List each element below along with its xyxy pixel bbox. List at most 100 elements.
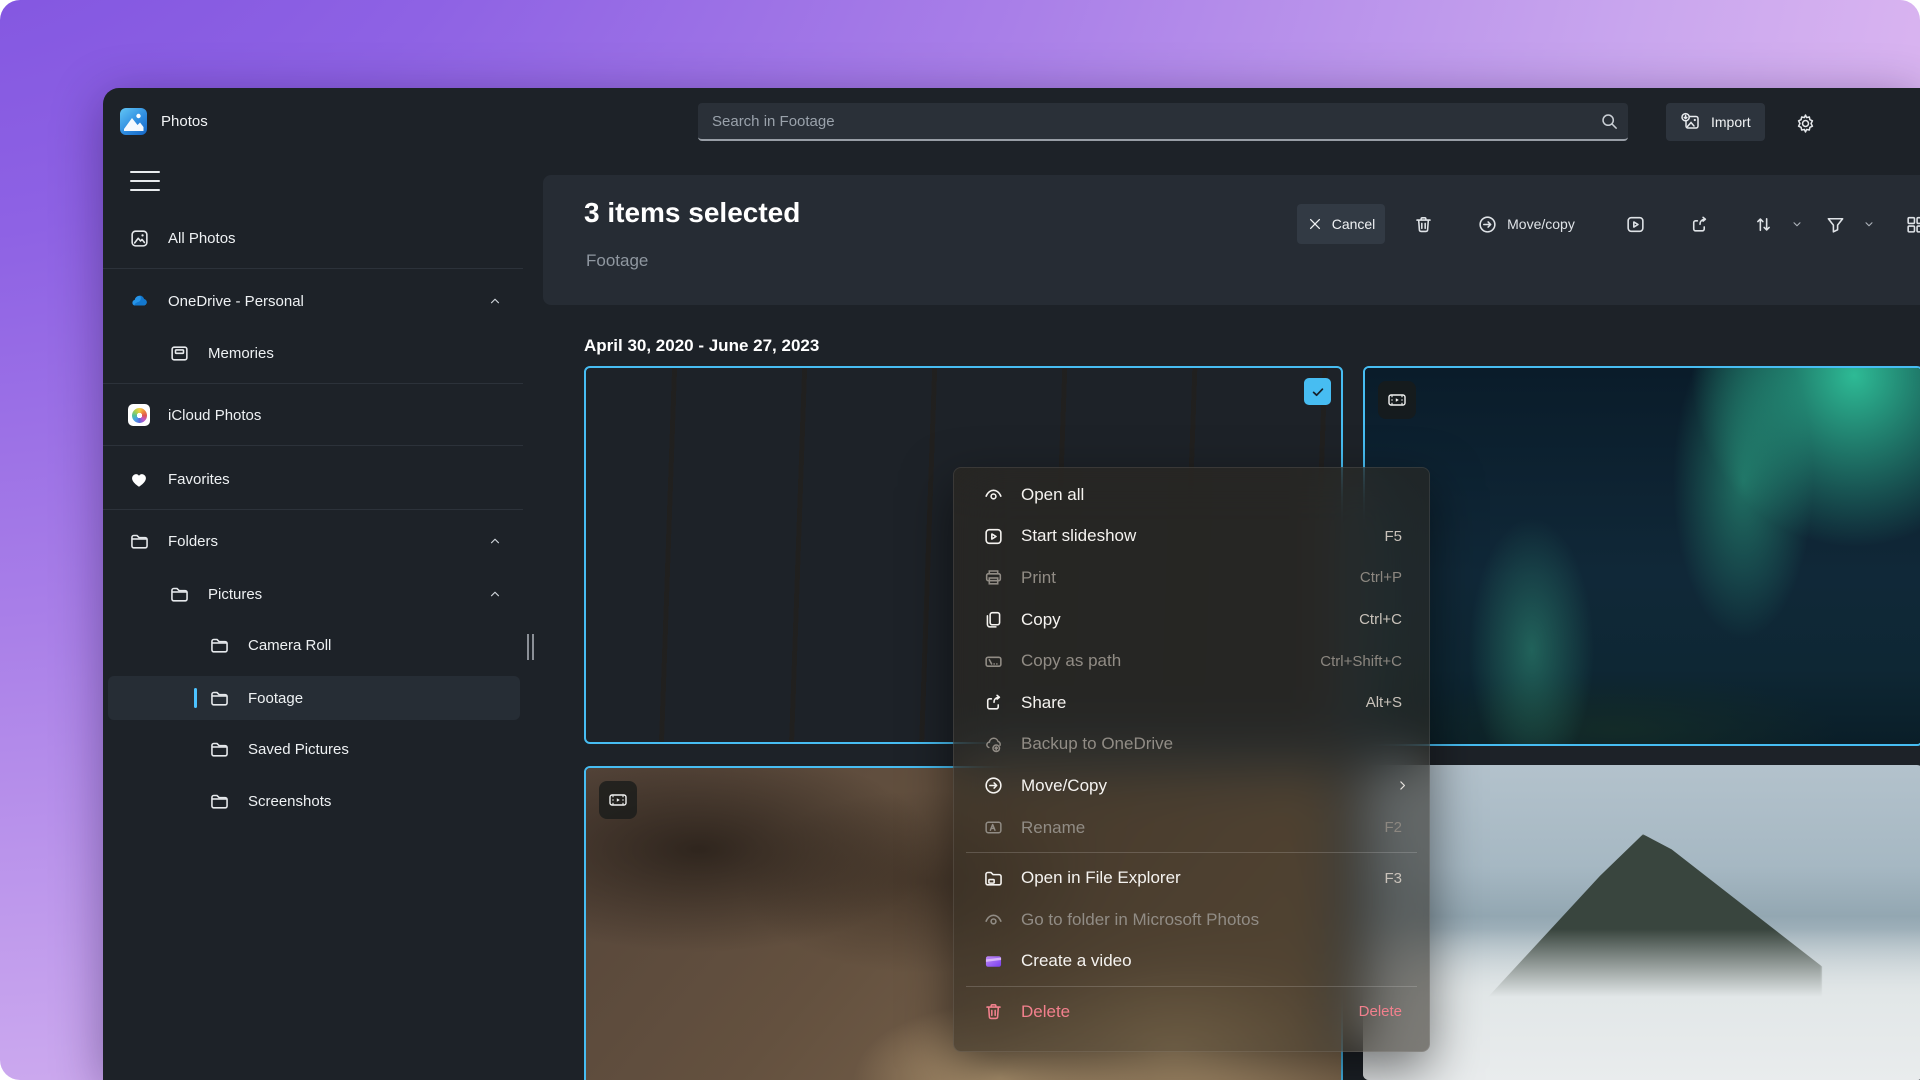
move-copy-icon (983, 775, 1004, 796)
photos-app-logo-icon (120, 108, 147, 135)
filter-group (1815, 204, 1879, 244)
sidebar-item-label: Footage (248, 689, 304, 707)
folder-icon (168, 583, 190, 605)
menu-item-rename: Rename F2 (954, 807, 1429, 849)
selection-toolbar: Cancel Move/copy (1297, 204, 1920, 244)
desktop-background: { "app": { "title": "Photos" }, "topbar"… (0, 0, 1920, 1080)
sidebar-item-label: Memories (208, 344, 274, 362)
menu-item-share[interactable]: Share Alt+S (954, 682, 1429, 724)
sidebar-item-label: Folders (168, 532, 219, 550)
menu-item-backup-to-onedrive: Backup to OneDrive (954, 724, 1429, 766)
sidebar-item-folders[interactable]: Folders (108, 519, 520, 563)
sort-group (1743, 204, 1807, 244)
folder-icon (208, 790, 230, 812)
sidebar-item-label: Pictures (208, 585, 263, 603)
folder-icon (128, 530, 150, 552)
layout-view-button[interactable] (1895, 204, 1920, 244)
menu-item-delete[interactable]: Delete Delete (954, 991, 1429, 1033)
move-copy-button[interactable]: Move/copy (1461, 204, 1591, 244)
chevron-up-icon[interactable] (488, 587, 502, 601)
sidebar-item-all-photos[interactable]: All Photos (108, 216, 520, 260)
import-label: Import (1711, 114, 1751, 130)
photo-aurora-video[interactable] (1363, 366, 1920, 746)
sidebar-divider (103, 383, 523, 384)
folder-icon (983, 868, 1004, 889)
sidebar-item-favorites[interactable]: Favorites (108, 457, 520, 501)
settings-gear-icon[interactable] (1787, 105, 1823, 141)
menu-item-copy[interactable]: Copy Ctrl+C (954, 599, 1429, 641)
chevron-down-icon[interactable] (1863, 218, 1875, 230)
sidebar-item-label: OneDrive - Personal (168, 292, 304, 310)
slideshow-icon (983, 526, 1004, 547)
menu-item-create-a-video[interactable]: Create a video (954, 941, 1429, 983)
folder-icon (208, 687, 230, 709)
share-button[interactable] (1679, 204, 1719, 244)
search-icon[interactable] (1590, 112, 1628, 131)
selected-check-badge[interactable] (1304, 378, 1331, 405)
close-icon (1307, 216, 1323, 232)
chevron-up-icon[interactable] (488, 294, 502, 308)
photo-mountain-fog[interactable] (1363, 765, 1920, 1080)
slideshow-button[interactable] (1615, 204, 1655, 244)
sidebar-divider (103, 445, 523, 446)
video-filmstrip-icon (599, 781, 637, 819)
search-input[interactable] (698, 112, 1590, 130)
selection-header: 3 items selected Footage Cancel Move/cop… (543, 175, 1920, 305)
sidebar-item-label: All Photos (168, 229, 236, 247)
icloud-photos-icon (128, 404, 150, 426)
folder-icon (208, 738, 230, 760)
sidebar-item-label: Camera Roll (248, 636, 332, 654)
sidebar-divider (103, 509, 523, 510)
delete-button[interactable] (1403, 204, 1443, 244)
menu-item-open-all[interactable]: Open all (954, 474, 1429, 516)
sidebar-item-pictures[interactable]: Pictures (108, 572, 520, 616)
sidebar-item-label: Favorites (168, 470, 230, 488)
sidebar-item-label: iCloud Photos (168, 406, 262, 424)
cancel-button[interactable]: Cancel (1297, 204, 1385, 244)
copy-icon (983, 609, 1004, 630)
sidebar-item-onedrive[interactable]: OneDrive - Personal (108, 279, 520, 323)
menu-item-go-to-folder: Go to folder in Microsoft Photos (954, 899, 1429, 941)
sidebar-divider (103, 268, 523, 269)
chevron-down-icon[interactable] (1791, 218, 1803, 230)
import-icon (1680, 111, 1702, 133)
sort-button[interactable] (1747, 204, 1779, 244)
sidebar-item-saved-pictures[interactable]: Saved Pictures (108, 727, 520, 771)
menu-item-open-in-file-explorer[interactable]: Open in File Explorer F3 (954, 857, 1429, 899)
menu-divider (966, 852, 1417, 854)
menu-item-print: Print Ctrl+P (954, 557, 1429, 599)
menu-divider (966, 986, 1417, 988)
trash-icon (983, 1001, 1004, 1022)
sidebar-item-footage[interactable]: Footage (108, 676, 520, 720)
onedrive-cloud-icon (128, 290, 150, 312)
filter-button[interactable] (1819, 204, 1851, 244)
menu-item-start-slideshow[interactable]: Start slideshow F5 (954, 516, 1429, 558)
app-title: Photos (161, 113, 208, 130)
selection-count-title: 3 items selected (584, 197, 801, 228)
sidebar-item-memories[interactable]: Memories (108, 331, 520, 375)
move-copy-label: Move/copy (1507, 216, 1575, 232)
selection-subtitle: Footage (586, 251, 649, 270)
sidebar-item-label: Screenshots (248, 792, 332, 810)
folder-icon (208, 634, 230, 656)
menu-item-move-copy[interactable]: Move/Copy (954, 765, 1429, 807)
sidebar-resize-handle[interactable] (527, 634, 534, 660)
sidebar-item-camera-roll[interactable]: Camera Roll (108, 623, 520, 667)
photos-app-window: Photos Import All Photos (103, 88, 1920, 1080)
create-video-icon (983, 951, 1004, 972)
share-icon (983, 692, 1004, 713)
chevron-up-icon[interactable] (488, 534, 502, 548)
sidebar-item-icloud-photos[interactable]: iCloud Photos (108, 393, 520, 437)
cloud-backup-icon (983, 734, 1004, 755)
video-filmstrip-icon (1378, 381, 1416, 419)
sidebar-item-screenshots[interactable]: Screenshots (108, 779, 520, 823)
menu-hamburger-button[interactable] (126, 164, 164, 198)
printer-icon (983, 567, 1004, 588)
submenu-chevron-icon (1396, 779, 1409, 792)
search-box[interactable] (698, 103, 1628, 141)
selection-accent-bar (194, 688, 197, 708)
import-button[interactable]: Import (1666, 103, 1765, 141)
open-eye-icon (983, 909, 1004, 930)
sidebar-item-label: Saved Pictures (248, 740, 349, 758)
memories-icon (168, 342, 190, 364)
